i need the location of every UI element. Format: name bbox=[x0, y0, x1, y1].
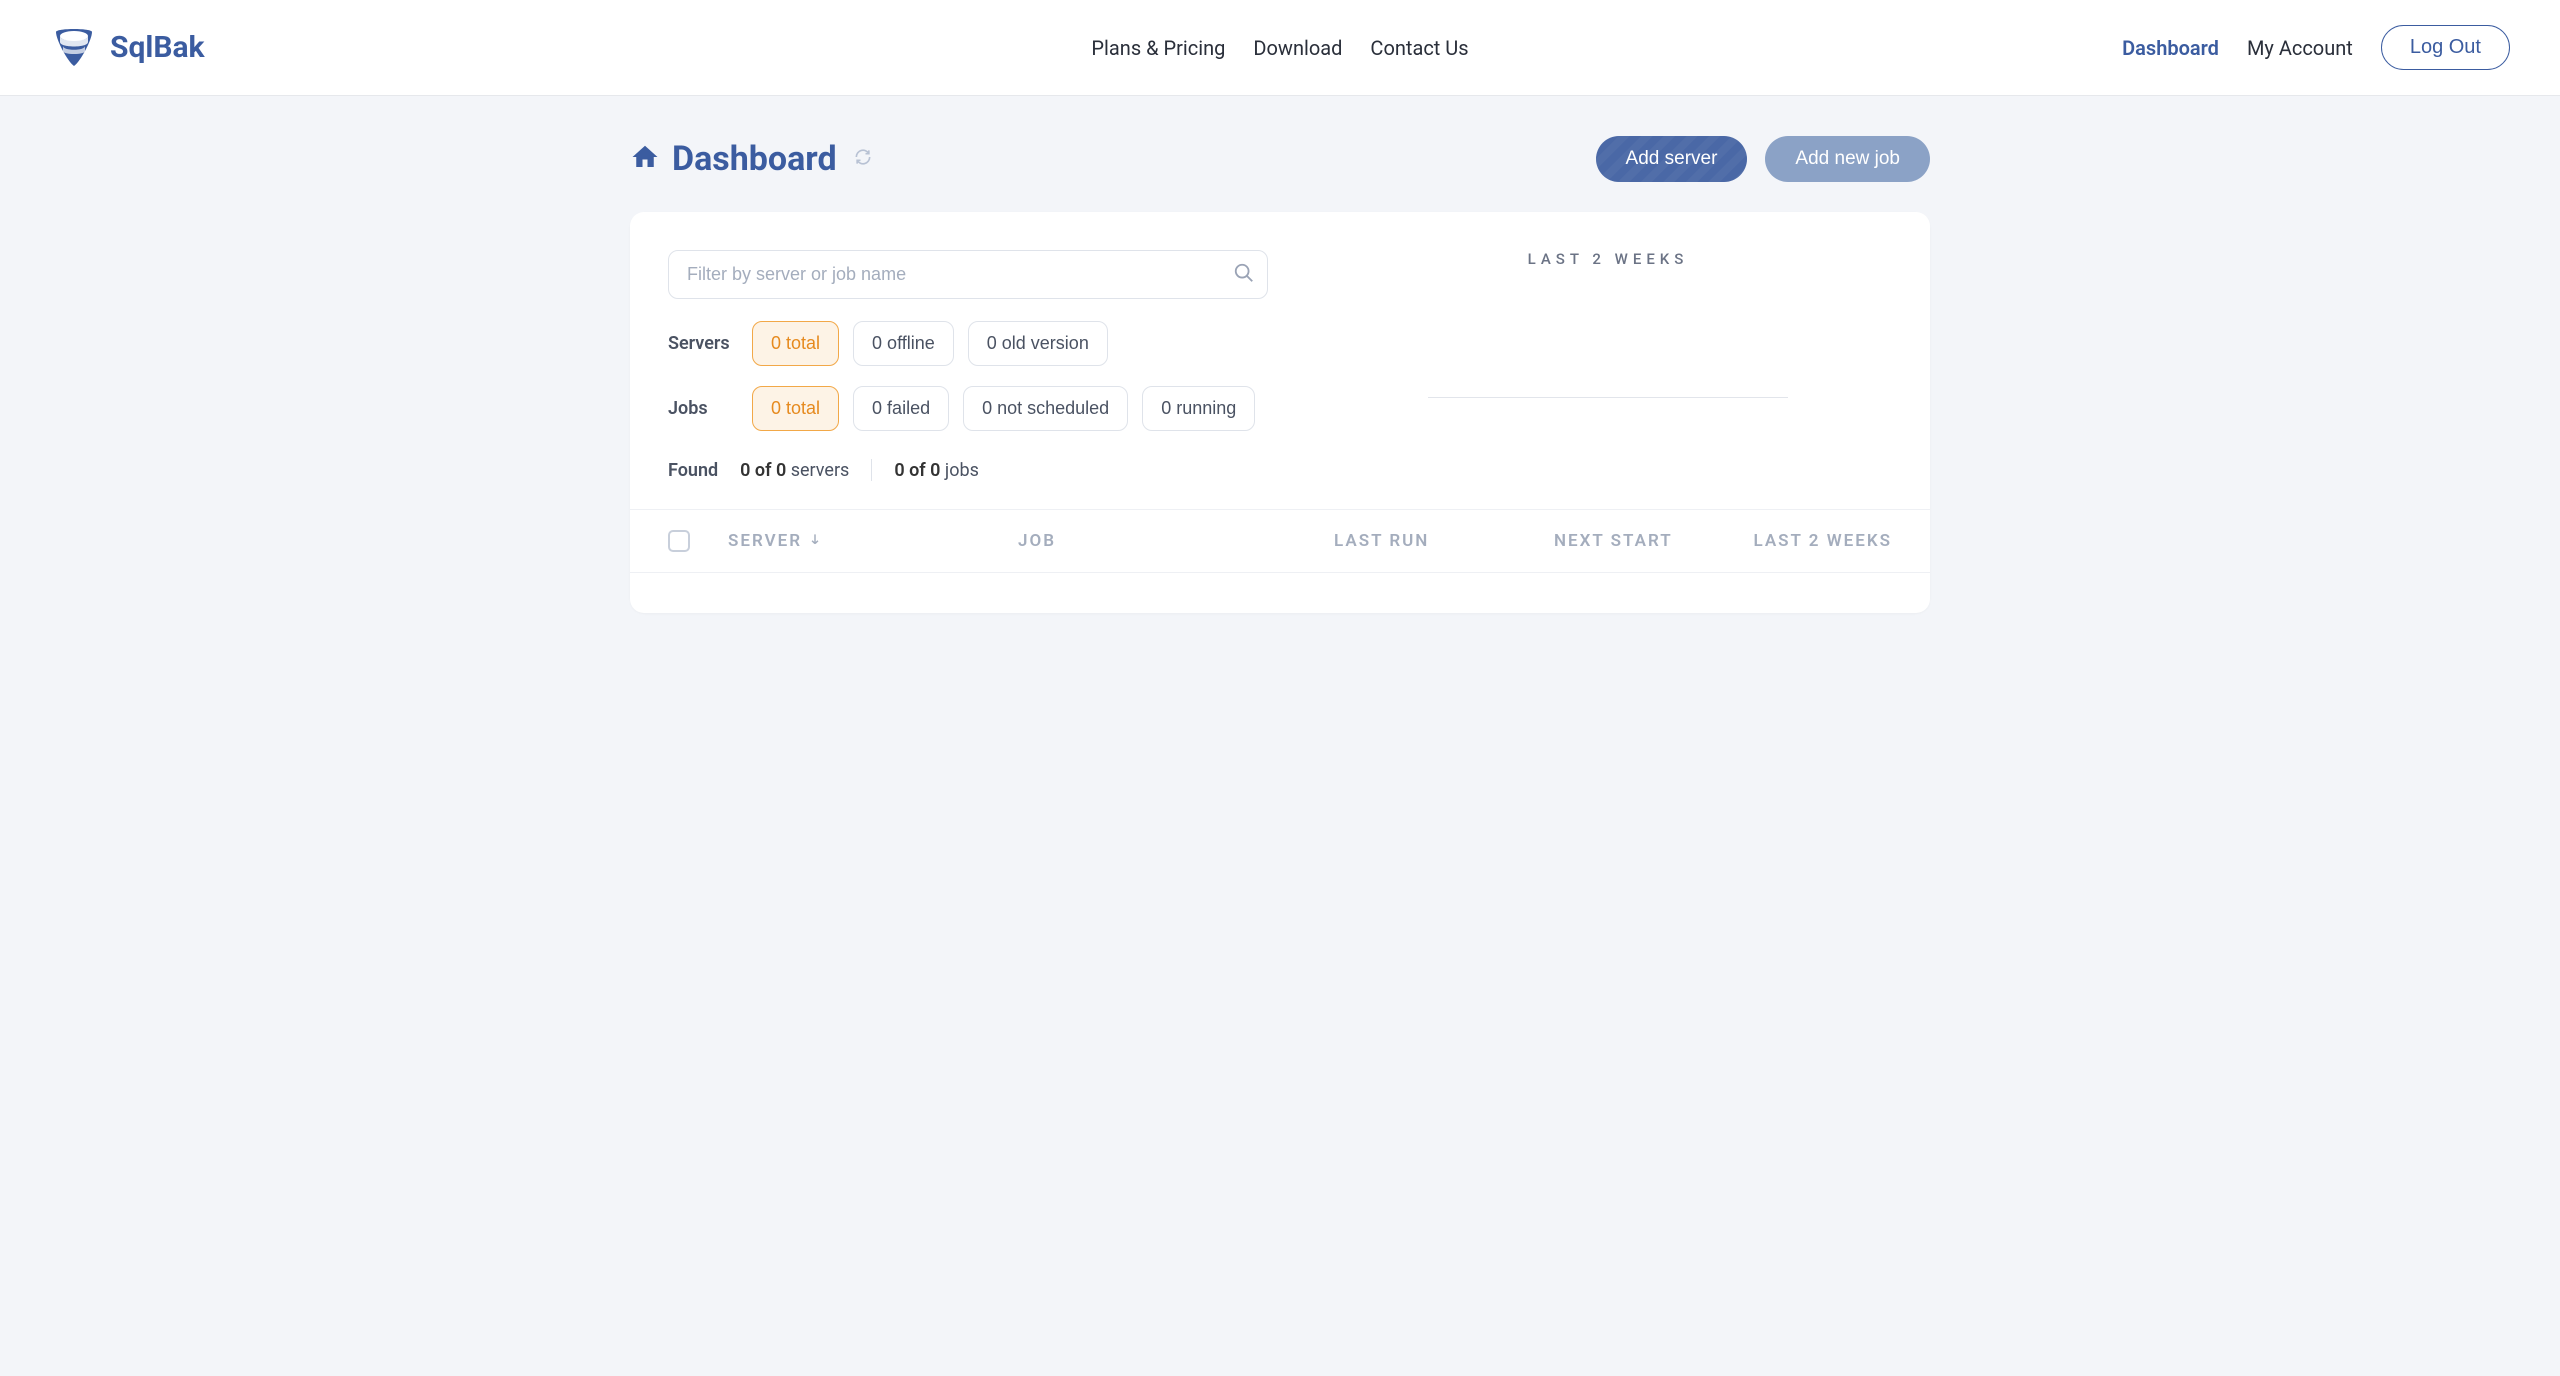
chip-jobs-running[interactable]: 0 running bbox=[1142, 386, 1255, 431]
page-title-wrap: Dashboard bbox=[630, 139, 873, 179]
found-jobs: 0 of 0 jobs bbox=[894, 460, 979, 481]
chip-servers-offline[interactable]: 0 offline bbox=[853, 321, 954, 366]
logout-button[interactable]: Log Out bbox=[2381, 25, 2510, 70]
select-all-checkbox[interactable] bbox=[668, 530, 690, 552]
found-servers: 0 of 0 servers bbox=[740, 460, 849, 481]
found-row: Found 0 of 0 servers 0 of 0 jobs bbox=[668, 451, 1388, 481]
add-server-button[interactable]: Add server bbox=[1596, 136, 1748, 182]
nav-right: Dashboard My Account Log Out bbox=[2122, 25, 2510, 70]
add-job-button[interactable]: Add new job bbox=[1765, 136, 1930, 182]
th-job[interactable]: JOB bbox=[1018, 531, 1334, 551]
table-header: SERVER JOB LAST RUN NEXT START LAST 2 WE… bbox=[630, 509, 1930, 573]
chip-servers-total[interactable]: 0 total bbox=[752, 321, 839, 366]
main-header: SqlBak Plans & Pricing Download Contact … bbox=[0, 0, 2560, 96]
jobs-filter-row: Jobs 0 total 0 failed 0 not scheduled 0 … bbox=[668, 386, 1388, 431]
page-header: Dashboard Add server Add new job bbox=[630, 136, 1930, 182]
found-servers-suffix: servers bbox=[786, 460, 849, 481]
found-label: Found bbox=[668, 460, 718, 481]
servers-filter-row: Servers 0 total 0 offline 0 old version bbox=[668, 321, 1388, 366]
card-body: Servers 0 total 0 offline 0 old version … bbox=[630, 212, 1930, 509]
th-server[interactable]: SERVER bbox=[728, 531, 1018, 551]
logo-text: SqlBak bbox=[110, 30, 205, 65]
page-title: Dashboard bbox=[672, 139, 837, 179]
dashboard-card: Servers 0 total 0 offline 0 old version … bbox=[630, 212, 1930, 613]
found-divider bbox=[871, 459, 872, 481]
nav-plans[interactable]: Plans & Pricing bbox=[1091, 36, 1225, 60]
th-check bbox=[668, 530, 728, 552]
sidechart-title: LAST 2 WEEKS bbox=[1428, 250, 1788, 268]
sidechart-area bbox=[1428, 288, 1788, 398]
card-left: Servers 0 total 0 offline 0 old version … bbox=[668, 250, 1388, 481]
nav-account[interactable]: My Account bbox=[2247, 36, 2353, 60]
content: Dashboard Add server Add new job bbox=[610, 96, 1950, 653]
chip-jobs-total[interactable]: 0 total bbox=[752, 386, 839, 431]
found-jobs-count: 0 of 0 bbox=[894, 460, 940, 481]
th-next-start[interactable]: NEXT START bbox=[1554, 531, 1714, 551]
search-wrap bbox=[668, 250, 1388, 299]
nav-dashboard[interactable]: Dashboard bbox=[2122, 36, 2219, 60]
servers-label: Servers bbox=[668, 333, 738, 354]
chip-servers-old[interactable]: 0 old version bbox=[968, 321, 1108, 366]
found-servers-count: 0 of 0 bbox=[740, 460, 786, 481]
action-buttons: Add server Add new job bbox=[1596, 136, 1930, 182]
nav-contact[interactable]: Contact Us bbox=[1370, 36, 1468, 60]
jobs-label: Jobs bbox=[668, 398, 738, 419]
search-input[interactable] bbox=[668, 250, 1268, 299]
table-body bbox=[630, 573, 1930, 613]
logo[interactable]: SqlBak bbox=[50, 22, 205, 74]
nav-download[interactable]: Download bbox=[1253, 36, 1342, 60]
sort-down-icon bbox=[808, 531, 822, 551]
home-icon bbox=[630, 142, 660, 176]
chip-jobs-notscheduled[interactable]: 0 not scheduled bbox=[963, 386, 1128, 431]
chip-jobs-failed[interactable]: 0 failed bbox=[853, 386, 949, 431]
nav-center: Plans & Pricing Download Contact Us bbox=[1091, 36, 1468, 60]
found-jobs-suffix: jobs bbox=[940, 460, 978, 481]
th-last-run[interactable]: LAST RUN bbox=[1334, 531, 1554, 551]
th-last-weeks[interactable]: LAST 2 WEEKS bbox=[1714, 531, 1892, 551]
th-server-label: SERVER bbox=[728, 531, 802, 551]
logo-icon bbox=[50, 22, 98, 74]
refresh-icon[interactable] bbox=[853, 147, 873, 171]
card-right: LAST 2 WEEKS bbox=[1428, 250, 1788, 481]
search-icon[interactable] bbox=[1233, 262, 1255, 288]
